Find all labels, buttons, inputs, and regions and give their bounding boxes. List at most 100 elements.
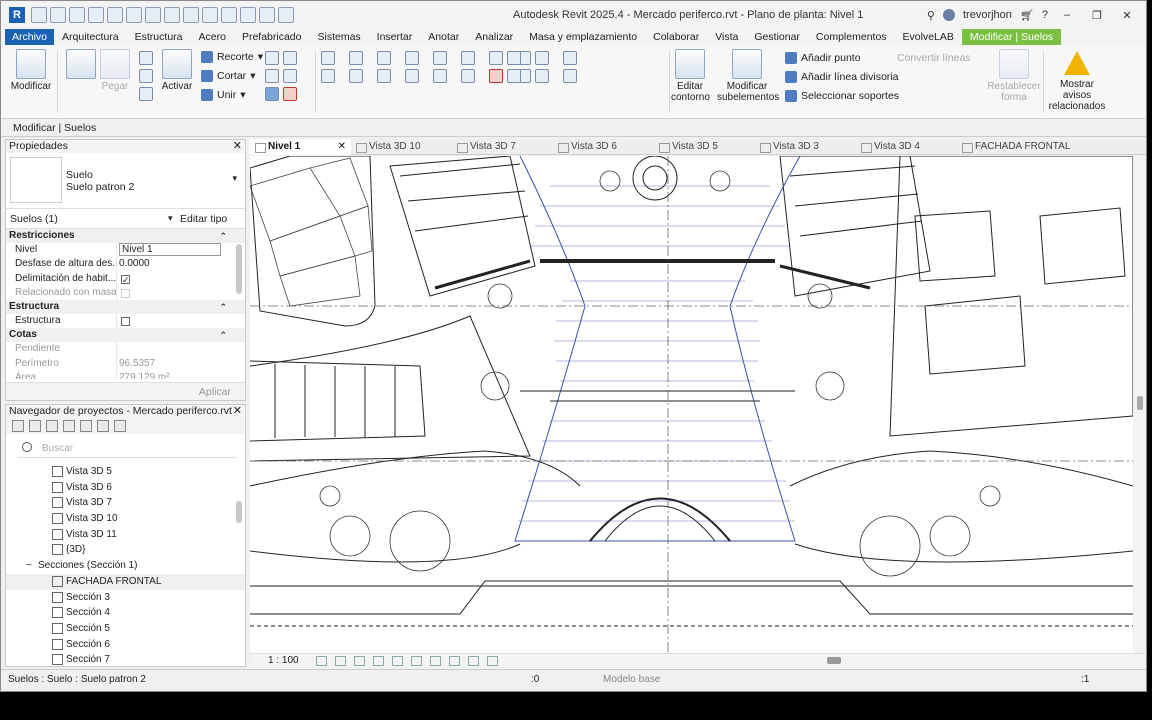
activate-button[interactable]: Activar	[155, 49, 199, 92]
copy-tool-icon[interactable]	[349, 69, 363, 83]
delete-icon[interactable]	[489, 69, 503, 83]
recorte-button[interactable]: Recorte ▾	[201, 51, 263, 63]
seleccionar-soportes-button[interactable]: Seleccionar soportes	[785, 90, 899, 102]
instance-filter[interactable]: Suelos (1) ▾ Editar tipo	[6, 209, 245, 229]
dimension-tool-icon[interactable]	[535, 69, 549, 83]
linework-icon[interactable]	[535, 51, 549, 65]
filter-count[interactable]: :1	[1081, 670, 1089, 690]
copy-icon[interactable]	[139, 69, 153, 83]
room-bounding-checkbox[interactable]	[121, 273, 130, 286]
measure-tool-icon[interactable]	[507, 69, 521, 83]
split-icon[interactable]	[433, 51, 447, 65]
offset-icon[interactable]	[349, 51, 363, 65]
temporary-hide-icon[interactable]	[430, 656, 441, 666]
section-cotas[interactable]: Cotas ⌃	[6, 328, 245, 343]
wall-joins-icon[interactable]	[265, 51, 279, 65]
visibility-icon[interactable]	[507, 51, 521, 65]
scale-selector[interactable]: 1 : 100	[268, 654, 299, 668]
undo-icon[interactable]	[107, 7, 123, 23]
switch-windows-icon[interactable]	[278, 7, 294, 23]
tree-item[interactable]: Vista 3D 7	[6, 495, 245, 511]
type-selector[interactable]: Suelo Suelo patron 2 ▾	[6, 153, 245, 209]
tree-item[interactable]: Vista 3D 6	[6, 480, 245, 496]
drawing-canvas[interactable]	[250, 156, 1133, 653]
match-type-icon[interactable]	[139, 87, 153, 101]
open-icon[interactable]	[50, 7, 66, 23]
close-icon[interactable]: ✕	[233, 140, 242, 153]
close-icon[interactable]: ✕	[1116, 9, 1138, 22]
show-crop-icon[interactable]	[411, 656, 422, 666]
cart-icon[interactable]: 🛒︎	[1020, 9, 1034, 22]
view-tab[interactable]: FACHADA FRONTAL	[957, 139, 1070, 155]
scroll-thumb[interactable]	[1137, 396, 1143, 410]
scrollbar[interactable]	[236, 501, 242, 523]
ribbon-tab[interactable]: Analizar	[467, 29, 521, 45]
ribbon-tab[interactable]: Colaborar	[645, 29, 707, 45]
paint-icon[interactable]	[265, 69, 279, 83]
search-input[interactable]: Buscar	[18, 440, 237, 458]
ribbon-tab[interactable]: Masa y emplazamiento	[521, 29, 645, 45]
mirror-axis-icon[interactable]	[377, 51, 391, 65]
hide-icon[interactable]	[563, 51, 577, 65]
align-icon[interactable]	[265, 87, 279, 101]
dimension-icon[interactable]	[183, 7, 199, 23]
collapse-icon[interactable]: −	[26, 558, 32, 574]
tree-item[interactable]: Vista 3D 5	[6, 464, 245, 480]
collapse-icon[interactable]: ⌃	[219, 328, 227, 342]
ribbon-tab[interactable]: Anotar	[420, 29, 467, 45]
desfase-field[interactable]: 0.0000	[116, 257, 245, 272]
view-tab[interactable]: Vista 3D 5	[654, 139, 755, 155]
close-icon[interactable]: ✕	[233, 405, 242, 418]
cut-icon[interactable]	[139, 51, 153, 65]
tree-item[interactable]: Sección 3	[6, 590, 245, 606]
trim-single-icon[interactable]	[433, 69, 447, 83]
array-icon[interactable]	[489, 51, 503, 65]
editar-contorno-button[interactable]: Editar contorno	[671, 49, 710, 103]
ribbon-tab[interactable]: Modificar | Suelos	[961, 29, 1062, 45]
ribbon-tab[interactable]: Gestionar	[746, 29, 808, 45]
split-face-icon[interactable]	[283, 51, 297, 65]
ribbon-tab[interactable]: Sistemas	[309, 29, 368, 45]
mirror-draw-icon[interactable]	[405, 51, 419, 65]
ribbon-tab[interactable]: Arquitectura	[54, 29, 127, 45]
chevron-down-icon[interactable]: ▾	[168, 213, 173, 224]
move-icon[interactable]	[321, 69, 335, 83]
tree-item[interactable]: Vista 3D 11	[6, 527, 245, 543]
tree-item[interactable]: − Secciones (Sección 1)	[6, 558, 245, 574]
model-selector[interactable]: Modelo base	[603, 670, 660, 690]
shadows-icon[interactable]	[373, 656, 384, 666]
section-icon[interactable]	[240, 7, 256, 23]
crop-view-icon[interactable]	[392, 656, 403, 666]
create-icon[interactable]	[563, 69, 577, 83]
anadir-punto-button[interactable]: Añadir punto	[785, 52, 861, 64]
section-restricciones[interactable]: Restricciones ⌃	[6, 229, 245, 243]
text-icon[interactable]	[202, 7, 218, 23]
ribbon-tab[interactable]: Prefabricado	[234, 29, 310, 45]
split-gap-icon[interactable]	[461, 51, 475, 65]
modify-button[interactable]: Modificar	[9, 49, 53, 92]
tree-item[interactable]: {3D}	[6, 542, 245, 558]
view-tab[interactable]: Vista 3D 4	[856, 139, 957, 155]
detail-level-icon[interactable]	[316, 656, 327, 666]
chevron-down-icon[interactable]: ▾	[232, 173, 237, 184]
modificar-subelementos-button[interactable]: Modificar subelementos	[717, 49, 779, 103]
pin-icon[interactable]	[283, 87, 297, 101]
trim-multiple-icon[interactable]	[461, 69, 475, 83]
ribbon-tab[interactable]: Estructura	[127, 29, 191, 45]
convertir-lineas-button[interactable]: Convertir líneas	[897, 52, 971, 64]
collapse-icon[interactable]: ⌃	[219, 229, 227, 243]
sheets-icon[interactable]	[46, 420, 58, 432]
groups-icon[interactable]	[97, 420, 109, 432]
binoculars-icon[interactable]: ⚲	[927, 9, 935, 22]
view-tab[interactable]: Vista 3D 10	[351, 139, 452, 155]
families-icon[interactable]	[80, 420, 92, 432]
horizontal-scroll-thumb[interactable]	[827, 657, 841, 664]
save-icon[interactable]	[69, 7, 85, 23]
rotate-icon[interactable]	[377, 69, 391, 83]
close-icon[interactable]: ✕	[338, 139, 346, 155]
nivel-field[interactable]: Nivel 1	[119, 243, 221, 256]
view-tab[interactable]: Vista 3D 3	[755, 139, 856, 155]
home-icon[interactable]	[12, 420, 24, 432]
tree-item[interactable]: Sección 5	[6, 621, 245, 637]
view-tab[interactable]: Vista 3D 6	[553, 139, 654, 155]
